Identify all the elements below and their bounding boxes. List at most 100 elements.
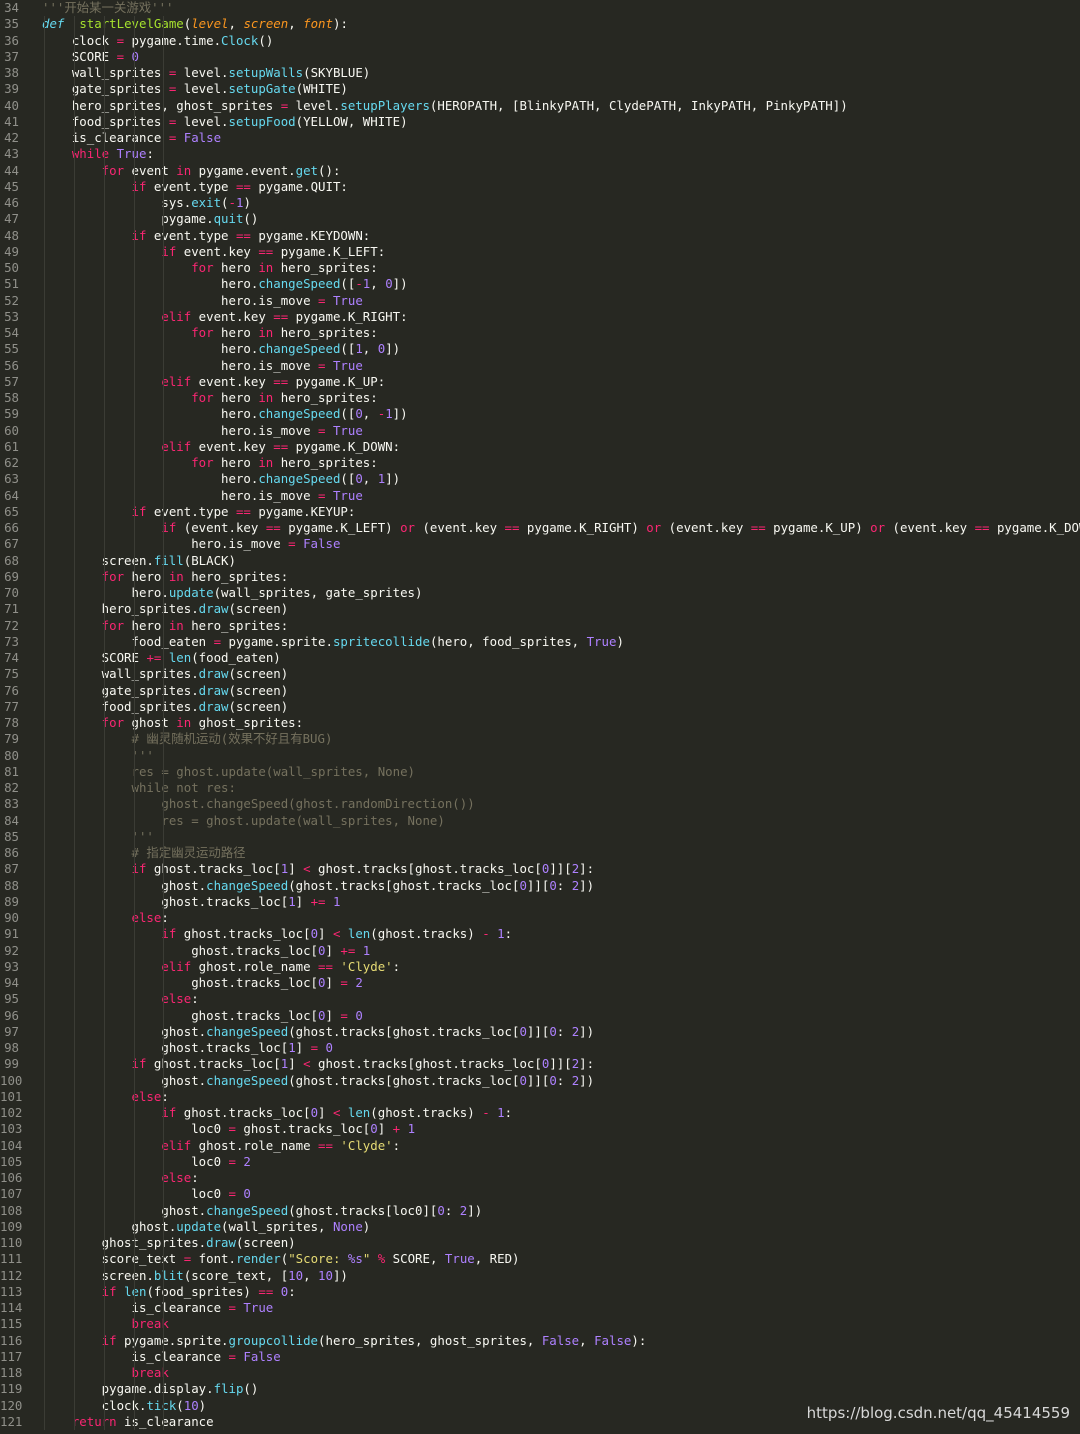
code-token: ,	[362, 341, 378, 357]
line-number: 61	[4, 438, 19, 454]
line-number: 113	[0, 1283, 23, 1299]
code-token: ]	[295, 893, 311, 909]
code-token: event.key	[176, 243, 259, 259]
line-number: 53	[4, 308, 19, 324]
code-line: 76 gate_sprites.draw(screen)	[0, 683, 1080, 699]
code-token: is_clearance	[131, 1300, 229, 1315]
code-token: hero.is_move	[221, 357, 319, 373]
code-token: setupPlayers	[340, 97, 430, 113]
code-token: :	[288, 1283, 296, 1299]
code-token: 10	[183, 1397, 199, 1413]
code-line: 38 wall_sprites = level.setupWalls(SKYBLU…	[0, 65, 1080, 81]
code-token: ]	[318, 1105, 333, 1120]
code-text: if (event.key == pygame.K_LEFT) or (even…	[161, 520, 1080, 536]
code-token: (wall_sprites, gate_sprites)	[213, 585, 423, 600]
code-token: , RED)	[474, 1251, 520, 1267]
line-number: 56	[4, 357, 19, 373]
code-token: hero_sprites:	[183, 617, 289, 633]
code-token: ,	[362, 471, 378, 487]
code-token: ]][	[526, 1072, 550, 1088]
code-token: 1	[325, 893, 341, 909]
code-token: -	[355, 276, 363, 292]
code-text: '''	[132, 748, 154, 764]
code-text: if len(food_sprites) == 0:	[102, 1284, 296, 1300]
line-number: 66	[4, 520, 19, 535]
code-token: ==	[750, 520, 766, 535]
code-token: ghost_sprites.	[101, 1235, 207, 1250]
code-token: ghost_sprites:	[191, 715, 304, 730]
code-token: SCORE,	[385, 1251, 445, 1267]
code-line: 68 screen.fill(BLACK)	[0, 553, 1080, 569]
line-number: 46	[4, 195, 19, 210]
code-text: return is_clearance	[72, 1414, 214, 1430]
code-token: ghost.	[161, 1202, 207, 1218]
code-token: (	[176, 1397, 184, 1413]
line-number: 120	[0, 1397, 23, 1413]
code-token: ])	[467, 1202, 483, 1218]
code-text: is_clearance = False	[72, 130, 221, 146]
code-token: True	[325, 487, 363, 503]
code-token: (	[221, 195, 229, 210]
code-token: in	[258, 390, 274, 405]
code-line: 36 clock = pygame.time.Clock()	[0, 33, 1080, 49]
line-number: 76	[4, 682, 19, 698]
code-token: ==	[235, 178, 251, 194]
code-token: pygame.time.	[124, 32, 222, 48]
code-token: hero	[213, 260, 259, 275]
code-text: if event.key == pygame.K_LEFT:	[161, 244, 385, 260]
code-token: ,	[228, 16, 244, 32]
code-token: (ghost.tracks[ghost.tracks_loc[	[288, 877, 520, 893]
code-token: -	[482, 1105, 490, 1120]
indent-guide	[133, 16, 135, 1430]
line-number: 65	[4, 503, 19, 519]
line-number: 67	[4, 536, 19, 552]
code-token: (wall_sprites,	[221, 1218, 333, 1234]
code-token: pygame.K_UP)	[765, 520, 871, 535]
line-number: 96	[4, 1007, 19, 1023]
code-token: =	[116, 48, 125, 64]
code-token: (ghost.tracks[ghost.tracks_loc[	[288, 1023, 520, 1039]
code-line: 118 break	[0, 1365, 1080, 1381]
code-token: screen	[243, 16, 289, 32]
code-token: ghost.tracks_loc[	[161, 893, 289, 909]
line-number: 52	[4, 292, 19, 308]
code-line: 84 res = ghost.update(wall_sprites, None)	[0, 813, 1080, 829]
code-token: is_clearance	[116, 1413, 214, 1429]
code-token: draw	[198, 666, 229, 682]
code-token: :	[444, 1202, 460, 1218]
code-token: ]	[288, 861, 304, 877]
line-number: 115	[0, 1316, 23, 1332]
line-number: 108	[0, 1202, 23, 1218]
code-token: changeSpeed	[258, 341, 341, 357]
code-token: # 指定幽灵运动路径	[131, 845, 246, 860]
code-token: <	[303, 1056, 311, 1072]
code-line: 80 '''	[0, 748, 1080, 764]
code-token: return	[71, 1413, 117, 1429]
code-token: food_eaten	[131, 633, 214, 649]
line-number: 37	[4, 48, 19, 64]
code-text: wall_sprites = level.setupWalls(SKYBLUE)	[72, 65, 370, 81]
line-number: 105	[0, 1153, 23, 1169]
line-number: 89	[4, 893, 19, 909]
line-number: 118	[0, 1365, 23, 1380]
code-token: 2	[347, 975, 363, 990]
code-token: 2	[235, 1153, 251, 1169]
code-token: groupcollide	[228, 1332, 319, 1348]
code-editor[interactable]: 34 '''开始某一关游戏''' 35 def startLevelGame(leve…	[0, 0, 1080, 1434]
code-token: :	[504, 1105, 513, 1120]
code-text: def startLevelGame(level, screen, font):	[42, 16, 348, 32]
code-line: 93 elif ghost.role_name == 'Clyde':	[0, 959, 1080, 975]
code-token: for	[191, 455, 214, 470]
line-number: 102	[0, 1105, 23, 1120]
code-line: 77 food_sprites.draw(screen)	[0, 699, 1080, 715]
code-text: hero.changeSpeed([0, 1])	[221, 471, 400, 487]
code-line: 73 food_eaten = pygame.sprite.spritecolli…	[0, 634, 1080, 650]
code-token: draw	[206, 1235, 236, 1250]
code-text: if event.type == pygame.KEYDOWN:	[132, 228, 371, 244]
code-token: ,	[303, 1267, 319, 1283]
code-text: for hero in hero_sprites:	[102, 618, 289, 634]
code-token: 'Clyde'	[340, 1137, 393, 1153]
code-text: for hero in hero_sprites:	[191, 455, 378, 471]
code-token: pygame.K_RIGHT:	[288, 308, 408, 324]
code-token: '''	[131, 828, 154, 844]
